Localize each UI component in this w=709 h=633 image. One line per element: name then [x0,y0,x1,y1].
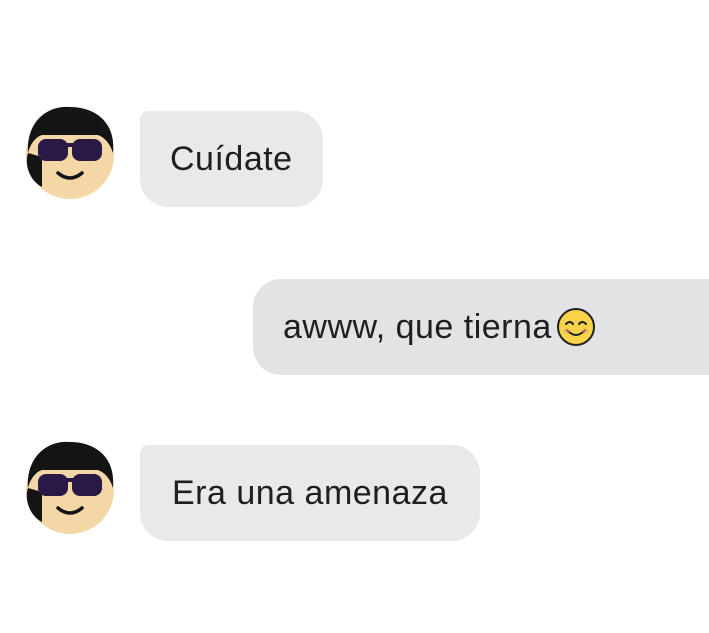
message-bubble-incoming[interactable]: Era una amenaza [140,445,480,541]
message-bubble-outgoing[interactable]: awww, que tierna [253,279,709,375]
contact-avatar[interactable] [20,438,120,538]
sunglasses-avatar-icon [26,441,114,534]
message-text: Cuídate [170,139,293,178]
chat-thread: Cuídate awww, que tierna Era una amenaza [0,0,709,633]
sunglasses-avatar-icon [26,106,114,199]
message-text: Era una amenaza [172,473,448,512]
smiling-face-emoji-icon [556,308,595,346]
message-bubble-incoming[interactable]: Cuídate [140,111,323,207]
contact-avatar[interactable] [20,103,120,203]
message-text: awww, que tierna [283,307,552,346]
